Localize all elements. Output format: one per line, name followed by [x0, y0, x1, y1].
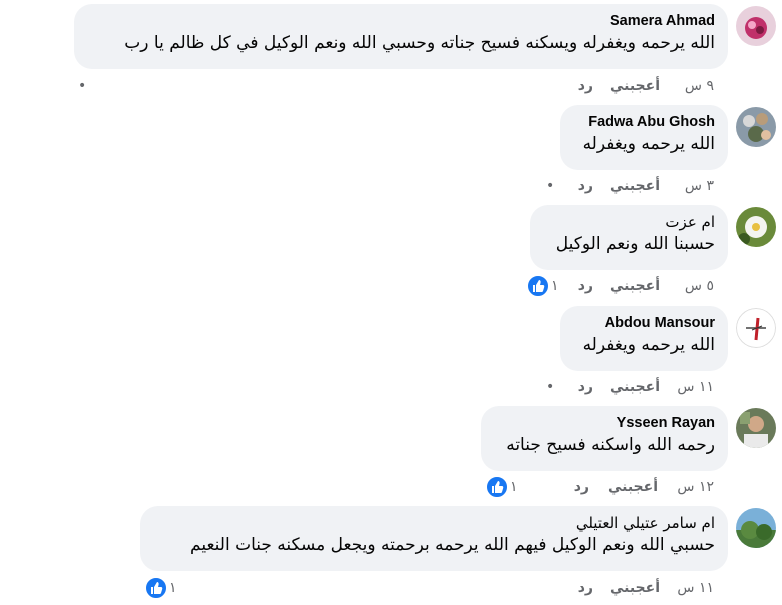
thumbs-up-icon[interactable]: [485, 475, 509, 499]
avatar[interactable]: [736, 308, 776, 348]
comment-author[interactable]: ام عزت: [543, 213, 715, 232]
comment-time[interactable]: ١١ س: [677, 577, 714, 599]
like-button[interactable]: أعجبني: [610, 75, 660, 97]
comment-text: الله يرحمه ويغفرله: [582, 134, 715, 154]
comment-time[interactable]: ٥ س: [685, 275, 714, 297]
avatar[interactable]: [736, 408, 776, 448]
comment-time[interactable]: ١٢ س: [677, 476, 714, 498]
comment-actions: ٥ س أعجبني رد ١: [0, 274, 782, 298]
thumbs-up-icon[interactable]: [526, 274, 550, 298]
more-options-icon[interactable]: •: [546, 175, 554, 197]
like-button[interactable]: أعجبني: [610, 376, 660, 398]
comment: Ysseen Rayan رحمه الله واسكنه فسيح جناته…: [0, 400, 782, 500]
comment-actions: ١١ س أعجبني رد ١: [0, 576, 782, 600]
like-button[interactable]: أعجبني: [610, 175, 660, 197]
comment-actions: ١٢ س أعجبني رد ١: [0, 475, 782, 499]
comment-actions: ١١ س أعجبني رد •: [0, 376, 782, 398]
comment-time[interactable]: ٣ س: [685, 175, 714, 197]
comment-text: حسبي الله ونعم الوكيل فيهم الله يرحمه بر…: [190, 535, 715, 555]
avatar[interactable]: [736, 107, 776, 147]
comment-time[interactable]: ٩ س: [685, 75, 714, 97]
reaction-count[interactable]: ١: [169, 577, 177, 599]
reaction-count[interactable]: ١: [551, 275, 559, 297]
comment-bubble: Ysseen Rayan رحمه الله واسكنه فسيح جناته: [481, 406, 728, 471]
comment-author[interactable]: Abdou Mansour: [573, 314, 715, 333]
like-button[interactable]: أعجبني: [608, 476, 658, 498]
comment-text: الله يرحمه ويغفرله: [582, 335, 715, 355]
more-options-icon[interactable]: •: [78, 75, 86, 97]
comment: ام سامر عتيلي العتيلي حسبي الله ونعم الو…: [0, 500, 782, 601]
more-options-icon[interactable]: •: [546, 376, 554, 398]
comment-bubble: Abdou Mansour الله يرحمه ويغفرله: [560, 306, 728, 371]
reply-button[interactable]: رد: [578, 75, 593, 97]
comment: Fadwa Abu Ghosh الله يرحمه ويغفرله ٣ س أ…: [0, 100, 782, 200]
reply-button[interactable]: رد: [578, 577, 593, 599]
reply-button[interactable]: رد: [578, 175, 593, 197]
comment-author[interactable]: ام سامر عتيلي العتيلي: [153, 514, 715, 533]
comment-author[interactable]: Fadwa Abu Ghosh: [573, 113, 715, 132]
like-button[interactable]: أعجبني: [610, 275, 660, 297]
comment-bubble: ام عزت حسبنا الله ونعم الوكيل: [530, 205, 728, 270]
avatar[interactable]: [736, 6, 776, 46]
comment-actions: ٩ س أعجبني رد •: [0, 75, 782, 97]
thumbs-up-icon[interactable]: [144, 576, 168, 600]
avatar[interactable]: [736, 207, 776, 247]
comment-text: رحمه الله واسكنه فسيح جناته: [506, 435, 715, 455]
reply-button[interactable]: رد: [578, 275, 593, 297]
like-button[interactable]: أعجبني: [610, 577, 660, 599]
comment: Samera Ahmad الله يرحمه ويغفرله ويسكنه ف…: [0, 0, 782, 100]
reaction-count[interactable]: ١: [510, 476, 518, 498]
reply-button[interactable]: رد: [578, 376, 593, 398]
comment-time[interactable]: ١١ س: [677, 376, 714, 398]
reply-button[interactable]: رد: [574, 476, 589, 498]
comment-bubble: ام سامر عتيلي العتيلي حسبي الله ونعم الو…: [140, 506, 728, 571]
comment-bubble: Fadwa Abu Ghosh الله يرحمه ويغفرله: [560, 105, 728, 170]
comment-actions: ٣ س أعجبني رد •: [0, 175, 782, 197]
avatar[interactable]: [736, 508, 776, 548]
comment-bubble: Samera Ahmad الله يرحمه ويغفرله ويسكنه ف…: [74, 4, 728, 69]
comment-text: حسبنا الله ونعم الوكيل: [555, 234, 715, 254]
comment-text: الله يرحمه ويغفرله ويسكنه فسيح جناته وحس…: [124, 33, 715, 53]
comment-author[interactable]: Samera Ahmad: [87, 12, 715, 31]
comment: ام عزت حسبنا الله ونعم الوكيل ٥ س أعجبني…: [0, 200, 782, 300]
comment-author[interactable]: Ysseen Rayan: [494, 414, 715, 433]
comment: Abdou Mansour الله يرحمه ويغفرله ١١ س أع…: [0, 300, 782, 400]
